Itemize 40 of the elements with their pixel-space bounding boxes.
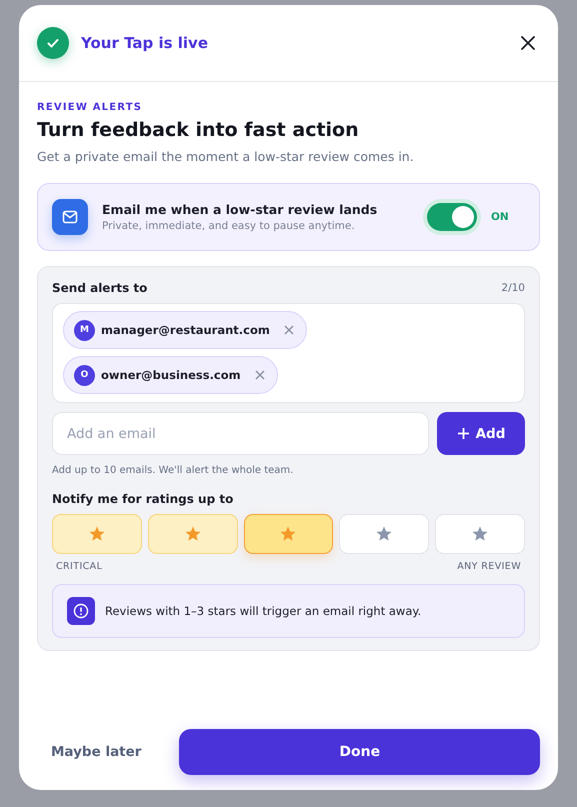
avatar-initial: O (74, 364, 95, 386)
star-rating-option[interactable] (52, 514, 142, 554)
recipients-label: Send alerts to (52, 281, 148, 295)
star-rating-option[interactable] (148, 514, 238, 554)
toggle-state-label: ON (491, 211, 510, 223)
toggle-switch[interactable] (427, 203, 477, 231)
section-subtitle: Get a private email the moment a low-star review comes in. (37, 149, 415, 164)
star-rating-option[interactable] (244, 514, 334, 554)
close-icon (284, 325, 294, 335)
star-icon (279, 525, 298, 543)
remove-button[interactable] (252, 368, 267, 382)
high-scale-label: ANY REVIEW (457, 561, 521, 572)
email-hint: Add up to 10 emails. We'll alert the whole team. (52, 465, 294, 476)
section-eyebrow: REVIEW ALERTS (37, 102, 144, 113)
low-scale-label: CRITICAL (56, 561, 102, 572)
close-icon (520, 35, 536, 51)
close-icon (254, 370, 265, 380)
star-icon (184, 525, 202, 543)
star-icon (375, 525, 394, 543)
maybe-later-button[interactable]: Maybe later (37, 729, 156, 775)
mail-icon (52, 199, 88, 235)
note-text: Reviews with 1–3 stars will trigger an email right away. (105, 604, 422, 618)
star-icon (88, 525, 106, 543)
info-icon (67, 597, 95, 625)
email-address: manager@restaurant.com (101, 323, 270, 337)
toggle-title: Email me when a low-star review lands (102, 202, 378, 217)
check-icon (37, 27, 69, 59)
star-icon (471, 525, 490, 543)
add-button[interactable]: Add (437, 412, 525, 455)
email-address: owner@business.com (101, 368, 241, 382)
dialog-title: Your Tap is live (81, 34, 209, 52)
done-button[interactable]: Done (179, 729, 540, 775)
toggle-description: Private, immediate, and easy to pause anytime. (102, 220, 356, 232)
section-heading: Turn feedback into fast action (37, 119, 360, 141)
recipient-count: 2/10 (501, 282, 525, 294)
email-input-field[interactable]: Add an email (52, 412, 429, 455)
rating-label: Notify me for ratings up to (52, 492, 234, 506)
avatar-initial: M (74, 320, 95, 340)
remove-button[interactable] (282, 323, 296, 337)
plus-icon (456, 427, 470, 440)
